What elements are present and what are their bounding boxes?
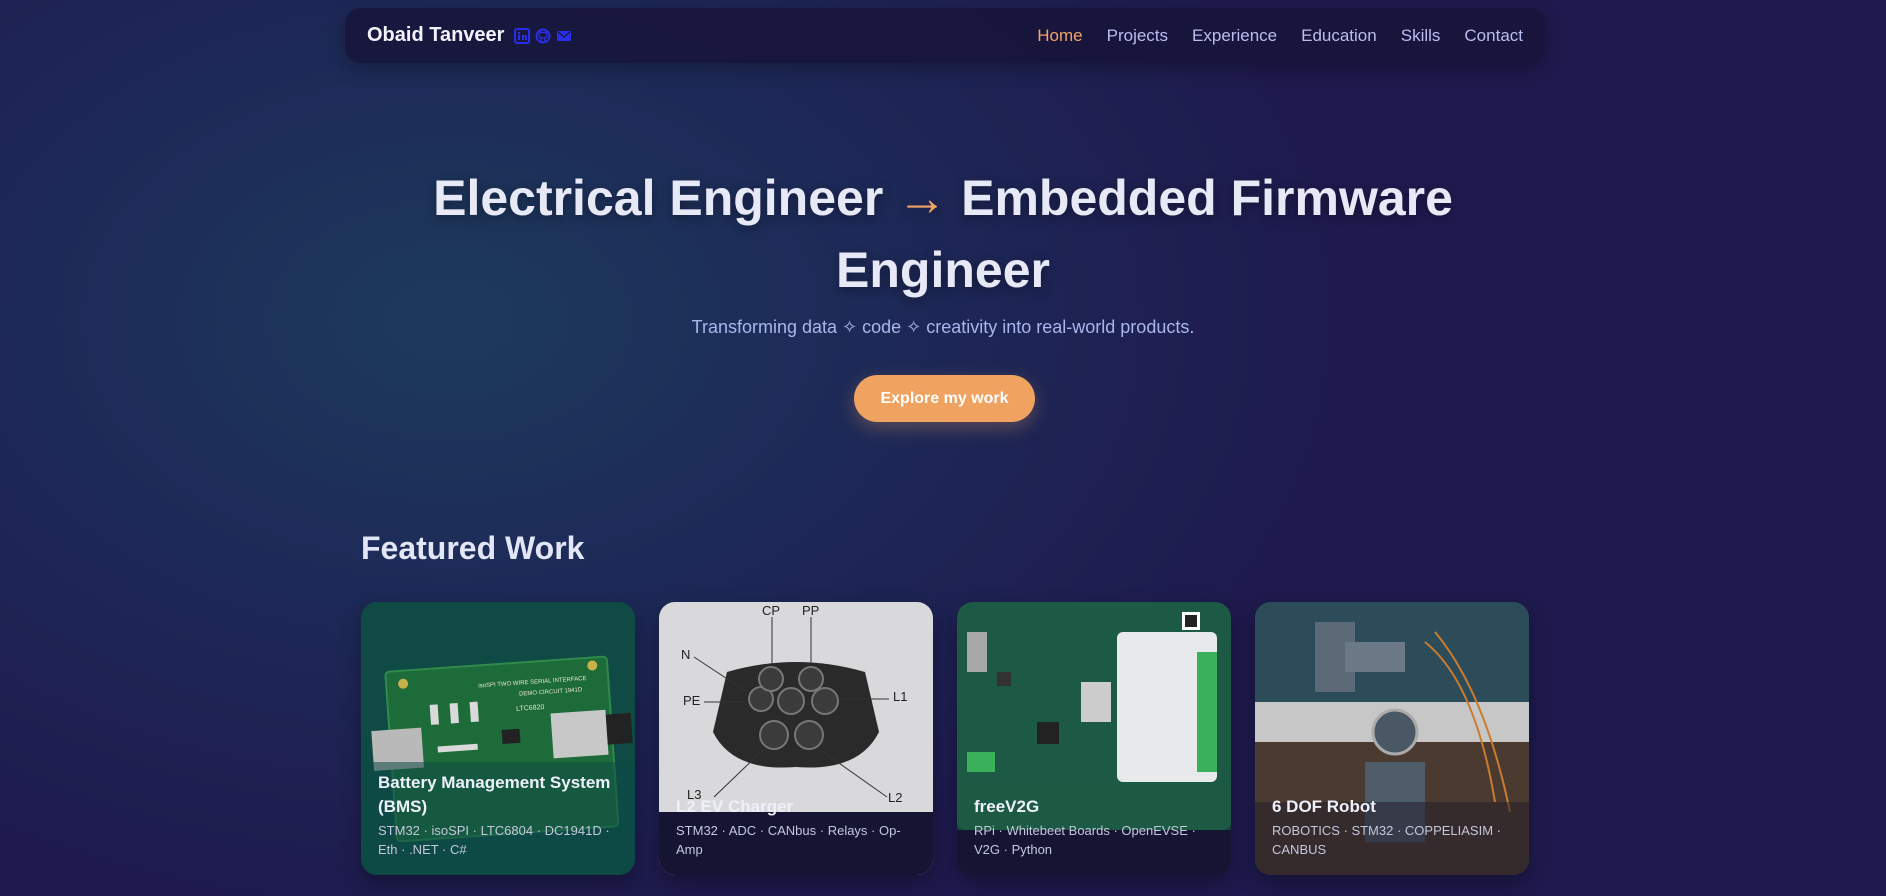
hero-title: Electrical Engineer → Embedded Firmware … [0,162,1886,306]
social-icons [514,27,572,44]
card-tags: STM32 · ADC · CANbus · Relays · Op-Amp [676,823,901,857]
project-card-ev-charger[interactable]: CP PP N PE L1 L3 L2 L2 EV Charger STM32 [659,602,933,875]
featured-work-title: Featured Work [361,530,585,566]
nav-link-skills[interactable]: Skills [1401,26,1441,46]
project-card-bms[interactable]: isoSPI TWO WIRE SERIAL INTERFACE DEMO CI… [361,602,635,875]
pin-cp: CP [762,603,780,618]
project-card-robot[interactable]: 6 DOF Robot ROBOTICS · STM32 · COPPELIAS… [1255,602,1529,875]
hero-title-part1: Electrical Engineer [433,170,884,226]
featured-cards: isoSPI TWO WIRE SERIAL INTERFACE DEMO CI… [361,602,1529,875]
nav-links: Home Projects Experience Education Skill… [1037,26,1523,46]
github-icon[interactable] [535,28,551,44]
card-title: L2 EV Charger [676,797,794,816]
card-title: freeV2G [974,797,1040,816]
hero-subtitle: Transforming data ✧ code ✧ creativity in… [691,317,1195,337]
navbar: Obaid Tanveer Home Projects Experience E… [345,8,1545,63]
hero-arrow: → [897,170,948,226]
card-tags: ROBOTICS · STM32 · COPPELIASIM · CANBUS [1272,823,1501,857]
card-tags: RPi · Whitebeet Boards · OpenEVSE · V2G … [974,823,1196,857]
nav-link-projects[interactable]: Projects [1107,26,1168,46]
card-info: freeV2G RPi · Whitebeet Boards · OpenEVS… [957,795,1231,875]
linkedin-icon[interactable] [514,27,531,44]
card-title: 6 DOF Robot [1272,797,1376,816]
explore-work-button[interactable]: Explore my work [854,375,1035,422]
pin-n: N [681,647,690,662]
pin-l1: L1 [893,689,907,704]
nav-link-education[interactable]: Education [1301,26,1377,46]
card-info: L2 EV Charger STM32 · ADC · CANbus · Rel… [659,795,933,875]
nav-link-experience[interactable]: Experience [1192,26,1277,46]
pin-pp: PP [802,603,819,618]
card-tags: STM32 · isoSPI · LTC6804 · DC1941D · Eth… [378,823,610,857]
mail-icon[interactable] [556,28,572,44]
hero-title-part2: Embedded Firmware [961,170,1453,226]
card-info: 6 DOF Robot ROBOTICS · STM32 · COPPELIAS… [1255,795,1529,875]
nav-link-contact[interactable]: Contact [1464,26,1523,46]
hero-title-line2: Engineer [836,242,1050,298]
brand-name[interactable]: Obaid Tanveer [367,24,504,47]
card-title: Battery Management System (BMS) [378,773,611,816]
project-card-freev2g[interactable]: freeV2G RPi · Whitebeet Boards · OpenEVS… [957,602,1231,875]
nav-link-home[interactable]: Home [1037,26,1082,46]
brand[interactable]: Obaid Tanveer [367,24,572,47]
pin-pe: PE [683,693,701,708]
card-info: Battery Management System (BMS) STM32 · … [361,771,635,875]
